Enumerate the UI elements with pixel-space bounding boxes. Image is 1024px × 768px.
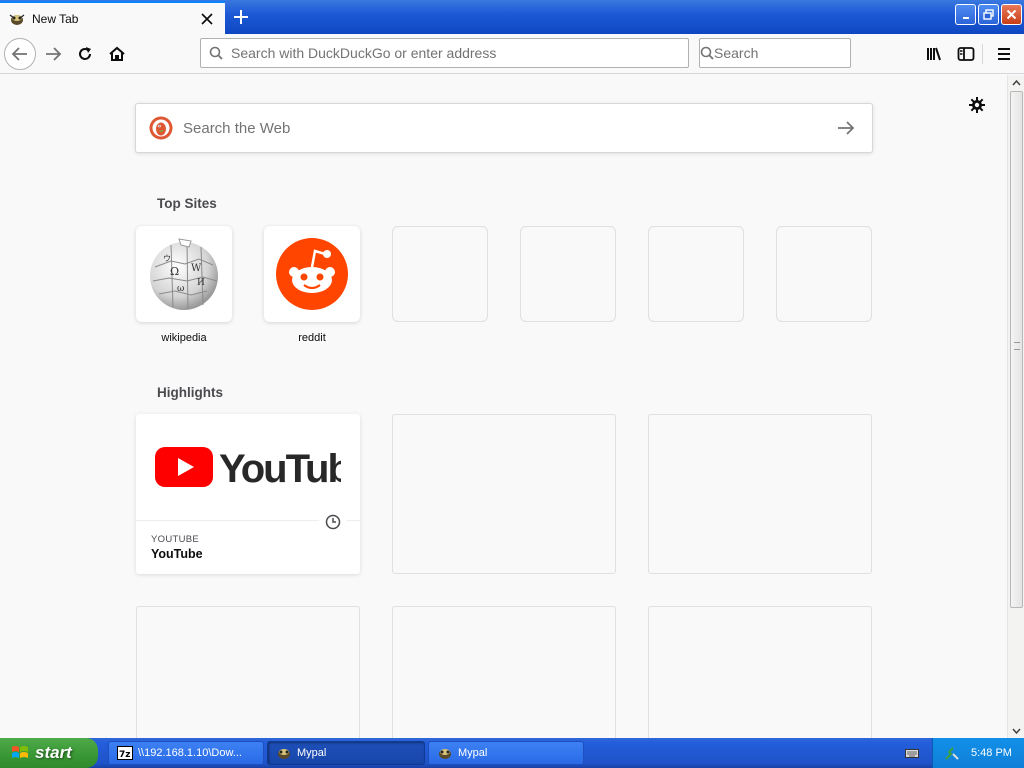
- scroll-up-arrow-icon[interactable]: [1009, 75, 1024, 90]
- start-button[interactable]: start: [0, 738, 98, 768]
- taskbar-clock[interactable]: 5:48 PM: [971, 747, 1012, 759]
- system-tray: 5:48 PM: [932, 738, 1024, 768]
- sidebar-button[interactable]: [950, 38, 982, 70]
- wikipedia-globe-icon: Ω W И ω ウ: [150, 238, 218, 310]
- taskbar-item-label: \\192.168.1.10\Dow...: [138, 747, 242, 759]
- library-icon: [927, 47, 941, 61]
- close-window-button[interactable]: [1001, 4, 1022, 25]
- mypal-icon: [8, 11, 26, 27]
- new-tab-button[interactable]: [226, 2, 256, 32]
- empty-top-site-slot[interactable]: [520, 226, 616, 322]
- empty-top-site-slot[interactable]: [392, 226, 488, 322]
- highlight-empty-slot: [392, 606, 616, 738]
- reddit-alien-icon: [276, 238, 348, 310]
- menu-button[interactable]: [988, 38, 1020, 70]
- tab-new-tab[interactable]: New Tab: [0, 1, 225, 34]
- youtube-logo: YouTube: [136, 414, 360, 521]
- mypal-icon: [276, 745, 292, 761]
- top-site-wikipedia[interactable]: Ω W И ω ウ wikipedia: [136, 226, 232, 344]
- empty-top-site-slot[interactable]: [648, 226, 744, 322]
- taskbar-item-label: Mypal: [297, 747, 327, 759]
- highlight-empty-slot: [136, 606, 360, 738]
- duckduckgo-icon: [149, 116, 173, 140]
- highlight-empty-slot: [648, 414, 872, 574]
- svg-text:7z: 7z: [119, 750, 131, 760]
- plus-icon: [234, 10, 248, 24]
- web-search-input[interactable]: [183, 119, 826, 137]
- navigation-toolbar: [0, 34, 1024, 74]
- home-icon: [109, 46, 125, 61]
- top-site-empty[interactable]: [648, 226, 744, 322]
- scrollbar-grip: [1014, 342, 1020, 350]
- search-bar[interactable]: [699, 38, 895, 68]
- svg-text:И: И: [197, 278, 205, 288]
- highlights-heading: Highlights: [157, 385, 223, 400]
- top-site-label: wikipedia: [161, 332, 207, 344]
- taskbar-item-mypal[interactable]: Mypal: [428, 741, 584, 765]
- search-icon: [201, 39, 231, 67]
- tab-title: New Tab: [32, 11, 79, 26]
- toolbar-separator: [982, 44, 983, 64]
- highlight-empty-slot: [648, 606, 872, 738]
- minimize-icon: [962, 16, 969, 19]
- top-site-empty[interactable]: [392, 226, 488, 322]
- minimize-button[interactable]: [955, 4, 976, 25]
- windows-flag-icon: [9, 742, 31, 764]
- scrollbar-thumb[interactable]: [1010, 91, 1023, 608]
- restore-icon: [983, 9, 994, 20]
- scroll-down-arrow-icon[interactable]: [1009, 723, 1024, 738]
- start-label: start: [35, 743, 72, 762]
- top-site-label: reddit: [298, 332, 326, 344]
- search-icon: [700, 39, 714, 67]
- top-site-empty[interactable]: [776, 226, 872, 322]
- svg-text:ウ: ウ: [163, 254, 171, 263]
- clock-icon: [319, 508, 347, 536]
- restore-button[interactable]: [978, 4, 999, 25]
- address-bar[interactable]: [200, 38, 689, 68]
- svg-text:W: W: [191, 263, 202, 274]
- taskbar-item-7zip[interactable]: 7z \\192.168.1.10\Dow...: [108, 741, 264, 765]
- close-icon: [1006, 9, 1017, 20]
- network-icon[interactable]: [943, 744, 961, 762]
- highlight-hostname: YOUTUBE: [151, 534, 200, 545]
- top-site-tile[interactable]: Ω W И ω ウ: [136, 226, 232, 322]
- top-site-reddit[interactable]: reddit: [264, 226, 360, 344]
- taskbar-item-mypal-active[interactable]: Mypal: [267, 741, 425, 765]
- forward-button[interactable]: [37, 38, 69, 70]
- customize-button[interactable]: [965, 95, 989, 115]
- search-submit-arrow-icon[interactable]: [826, 108, 866, 148]
- sidebar-icon: [957, 47, 975, 61]
- search-input[interactable]: [714, 45, 895, 61]
- windows-taskbar: start 7z \\192.168.1.10\Dow... Mypal Myp…: [0, 738, 1024, 768]
- new-tab-page: Top Sites Ω W И ω ウ wikipedia: [0, 75, 1007, 738]
- keyboard-icon[interactable]: [904, 745, 920, 761]
- library-button[interactable]: [918, 38, 950, 70]
- back-button[interactable]: [4, 38, 36, 70]
- gear-icon: [969, 97, 985, 113]
- hamburger-menu-icon: [998, 48, 1010, 60]
- address-input[interactable]: [231, 45, 688, 61]
- svg-text:ω: ω: [177, 284, 184, 294]
- close-tab-icon[interactable]: [195, 7, 219, 31]
- reload-button[interactable]: [69, 38, 101, 70]
- web-search-box[interactable]: [135, 103, 873, 153]
- top-site-tile[interactable]: [264, 226, 360, 322]
- youtube-wordmark: YouTube: [219, 447, 341, 489]
- top-sites-heading: Top Sites: [157, 196, 217, 211]
- highlight-card-youtube[interactable]: YouTube YOUTUBE YouTube: [136, 414, 360, 574]
- svg-text:Ω: Ω: [170, 265, 179, 278]
- forward-arrow-icon: [46, 47, 62, 61]
- reload-icon: [79, 47, 91, 60]
- top-site-empty[interactable]: [520, 226, 616, 322]
- home-button[interactable]: [101, 38, 133, 70]
- highlight-empty-slot: [392, 414, 616, 574]
- 7zip-icon: 7z: [117, 745, 133, 761]
- taskbar-item-label: Mypal: [458, 747, 488, 759]
- empty-top-site-slot[interactable]: [776, 226, 872, 322]
- mypal-icon: [437, 745, 453, 761]
- highlight-title: YouTube: [151, 547, 203, 561]
- vertical-scrollbar[interactable]: [1007, 75, 1024, 738]
- back-arrow-icon: [11, 47, 27, 61]
- title-bar: New Tab: [0, 0, 1024, 34]
